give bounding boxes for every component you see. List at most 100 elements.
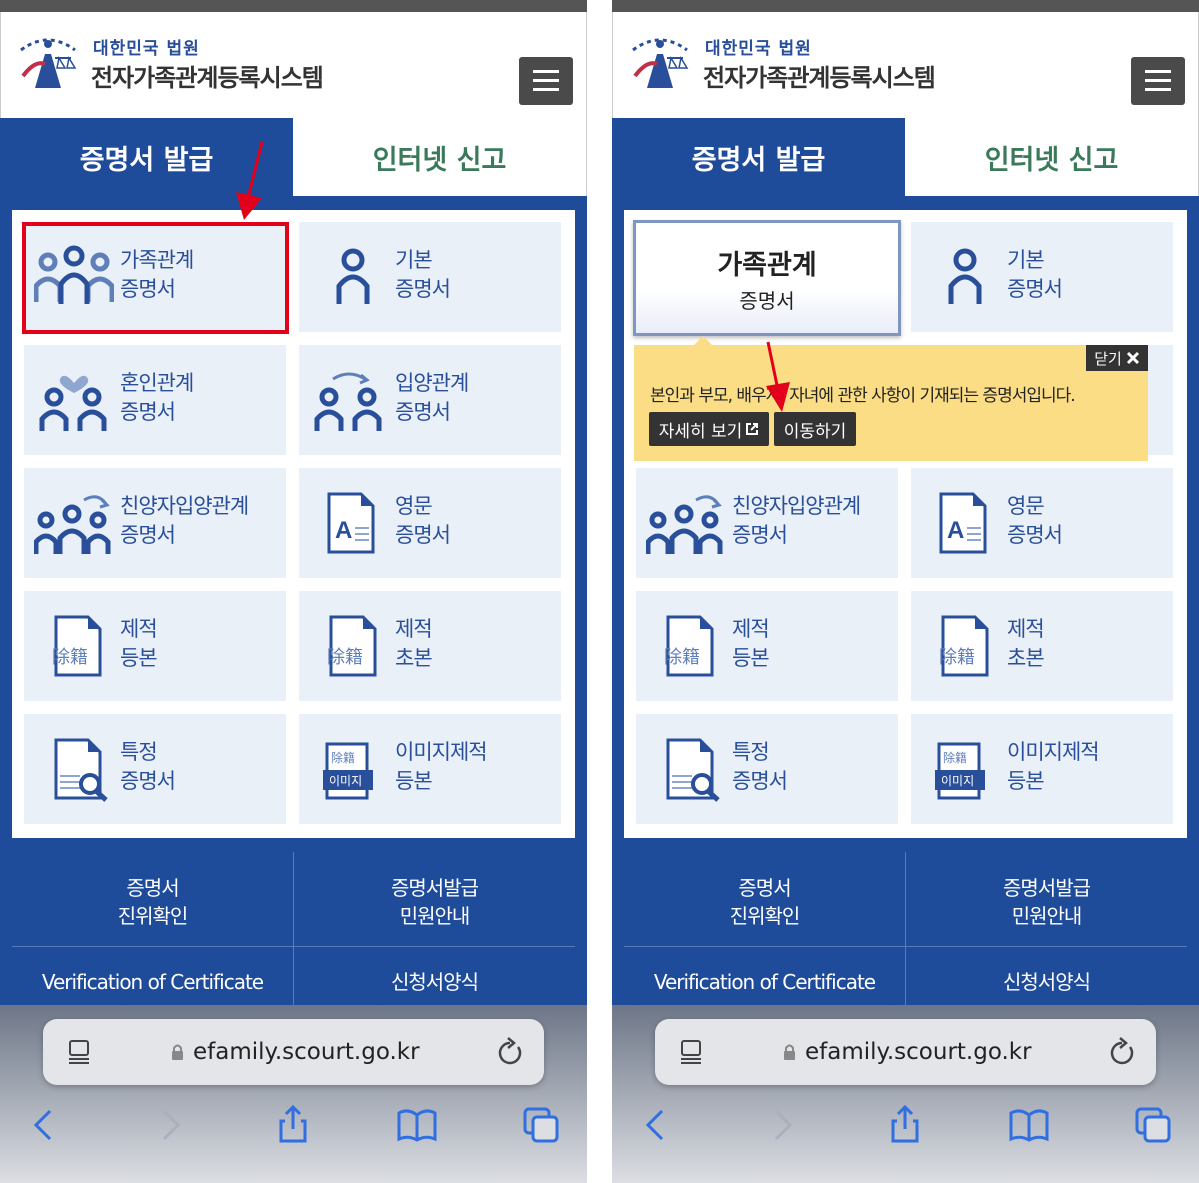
card-label-line2: 초본 [395, 646, 433, 670]
card-label-line1: 영문 [395, 494, 433, 518]
bookmarks-icon[interactable] [1009, 1105, 1049, 1145]
card-full-adoption[interactable]: 친양자입양관계증명서 [24, 468, 286, 578]
link-verification-en[interactable]: Verification of Certificate [12, 968, 293, 996]
card-label-line2: 등본 [120, 646, 158, 670]
certificate-panel: 가족관계 증명서 기본 증명서 친양자입양관계 증명서 A 영문 증명서 除籍 … [624, 210, 1187, 838]
card-label-line1: 제적 [732, 617, 770, 641]
go-button[interactable]: 이동하기 [774, 412, 856, 446]
link-certificate-verify[interactable]: 증명서 진위확인 [12, 874, 293, 930]
back-icon[interactable] [24, 1105, 64, 1145]
menu-line-icon [1145, 70, 1171, 73]
bottom-links: 증명서 진위확인 증명서발급 민원안내 Verification of Cert… [12, 852, 575, 1012]
close-icon [1126, 351, 1139, 365]
link-certificate-verify[interactable]: 증명서 진위확인 [624, 874, 905, 930]
card-image-removed[interactable]: 除籍 이미지 이미지제적 등본 [911, 714, 1173, 824]
card-removed-full[interactable]: 除籍 제적 등본 [24, 591, 286, 701]
reload-icon[interactable] [496, 1037, 524, 1067]
system-name: 전자가족관계등록시스템 [703, 64, 936, 92]
card-english[interactable]: A 영문 증명서 [911, 468, 1173, 578]
tooltip-popup: 닫기 본인과 부모, 배우자, 자녀에 관한 사항이 기재되는 증명서입니다. … [634, 336, 1148, 461]
address-bar[interactable]: efamily.scourt.go.kr [655, 1019, 1156, 1085]
tabs-icon[interactable] [521, 1105, 561, 1145]
card-removed-extract[interactable]: 除籍 제적 초본 [911, 591, 1173, 701]
card-label-line2: 증명서 [395, 400, 451, 424]
close-label: 닫기 [1094, 349, 1122, 368]
forward-icon[interactable] [762, 1105, 802, 1145]
card-label-line1: 기본 [395, 248, 433, 272]
card-label-line1: 영문 [1007, 494, 1045, 518]
card-specific[interactable]: 특정증명서 [636, 714, 898, 824]
details-label: 자세히 보기 [658, 421, 743, 442]
english-doc-icon: A [939, 492, 987, 554]
card-english[interactable]: A 영문증명서 [299, 468, 561, 578]
card-label-line2: 증명서 [395, 523, 451, 547]
removed-register-icon: 除籍 [664, 615, 714, 677]
removed-register-icon: 除籍 [52, 615, 102, 677]
reload-icon[interactable] [1108, 1037, 1136, 1067]
menu-line-icon [533, 79, 559, 82]
phone-screen-left: 대한민국 법원 전자가족관계등록시스템 증명서 발급 인터넷 신고 가족관계 증명… [0, 0, 587, 1183]
divider [12, 946, 575, 947]
court-logo-icon[interactable] [15, 30, 81, 92]
link-application-forms[interactable]: 신청서양식 [906, 968, 1187, 996]
tooltip-close-button[interactable]: 닫기 [1086, 345, 1148, 371]
card-full-adoption[interactable]: 친양자입양관계 증명서 [636, 468, 898, 578]
link-line1: 증명서발급 [1003, 876, 1091, 900]
reader-mode-icon[interactable] [67, 1039, 93, 1065]
tabs-icon[interactable] [1133, 1105, 1173, 1145]
details-button[interactable]: 자세히 보기 [649, 412, 769, 446]
address-bar[interactable]: efamily.scourt.go.kr [43, 1019, 544, 1085]
bottom-links: 증명서 진위확인 증명서발급 민원안내 Verification of Cert… [624, 852, 1187, 1012]
link-verification-en[interactable]: Verification of Certificate [624, 968, 905, 996]
search-doc-icon [666, 738, 720, 802]
card-label-line2: 증명서 [120, 400, 176, 424]
card-adoption[interactable]: 입양관계 증명서 [299, 345, 561, 455]
hamburger-menu-button[interactable] [1131, 57, 1185, 105]
card-label-line2: 증명서 [395, 277, 451, 301]
card-basic[interactable]: 기본증명서 [299, 222, 561, 332]
card-marriage[interactable]: 혼인관계 증명서 [24, 345, 286, 455]
card-family-relation-selected[interactable]: 가족관계 증명서 [633, 220, 901, 336]
hamburger-menu-button[interactable] [519, 57, 573, 105]
card-image-removed[interactable]: 除籍 이미지 이미지제적 등본 [299, 714, 561, 824]
card-label-line2: 등본 [395, 769, 433, 793]
card-label-line1: 특정 [120, 740, 158, 764]
card-label-line1: 이미지제적 [1007, 740, 1100, 764]
english-doc-icon: A [327, 492, 375, 554]
card-specific[interactable]: 특정 증명서 [24, 714, 286, 824]
card-label-line1: 기본 [1007, 248, 1045, 272]
highlight-box [22, 222, 289, 334]
image-register-icon: 除籍 이미지 [323, 742, 373, 800]
family-adoption-icon [646, 495, 723, 554]
image-register-icon: 除籍 이미지 [935, 742, 985, 800]
card-removed-full[interactable]: 除籍 제적 등본 [636, 591, 898, 701]
link-issue-guide[interactable]: 증명서발급 민원안내 [906, 874, 1187, 930]
tab-internet-report[interactable]: 인터넷 신고 [293, 118, 587, 196]
back-icon[interactable] [636, 1105, 676, 1145]
card-label-line2: 증명서 [120, 523, 176, 547]
card-label-line2: 증명서 [732, 523, 788, 547]
card-basic[interactable]: 기본 증명서 [911, 222, 1173, 332]
card-label-line1: 특정 [732, 740, 770, 764]
removed-chars: 除籍 [52, 647, 88, 668]
share-icon[interactable] [885, 1105, 925, 1145]
share-icon[interactable] [273, 1105, 313, 1145]
tab-internet-report[interactable]: 인터넷 신고 [905, 118, 1199, 196]
card-label-line2: 증명서 [732, 769, 788, 793]
reader-mode-icon[interactable] [679, 1039, 705, 1065]
link-issue-guide[interactable]: 증명서발급 민원안내 [294, 874, 575, 930]
bookmarks-icon[interactable] [397, 1105, 437, 1145]
card-removed-extract[interactable]: 除籍 제적 초본 [299, 591, 561, 701]
menu-line-icon [533, 70, 559, 73]
tab-certificate-issue[interactable]: 증명서 발급 [612, 118, 905, 196]
red-arrow-icon [766, 341, 790, 412]
card-label-line1: 친양자입양관계 [120, 494, 249, 518]
url-text: efamily.scourt.go.kr [193, 1039, 420, 1065]
status-bar [0, 0, 587, 12]
link-application-forms[interactable]: 신청서양식 [294, 968, 575, 996]
court-logo-icon[interactable] [627, 30, 693, 92]
english-letter: A [335, 517, 352, 544]
link-line2: 진위확인 [729, 904, 801, 928]
forward-icon[interactable] [150, 1105, 190, 1145]
status-bar [612, 0, 1199, 12]
